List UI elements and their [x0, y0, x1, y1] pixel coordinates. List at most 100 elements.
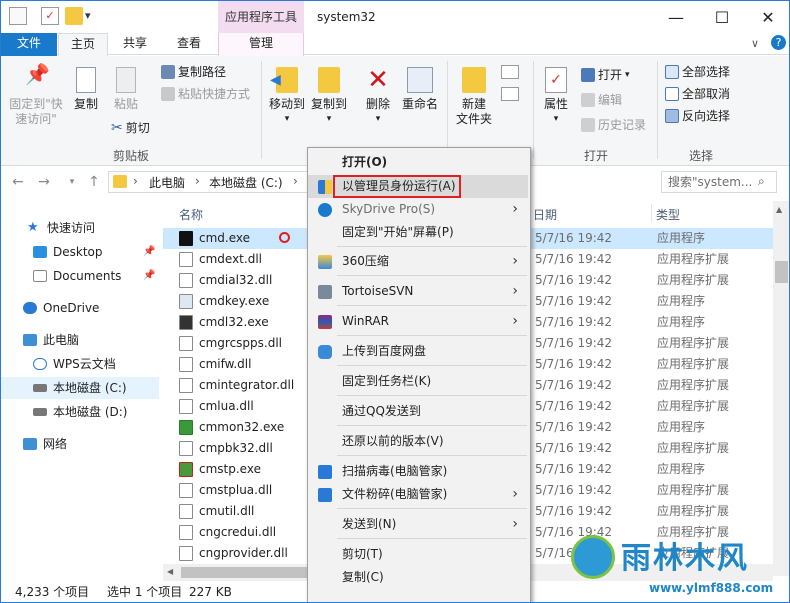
select-all-button[interactable]: 全部选择 — [665, 62, 730, 82]
nav-item-documents[interactable]: Documents 📌 — [1, 265, 159, 287]
select-none-button[interactable]: 全部取消 — [665, 84, 730, 104]
vertical-scrollbar[interactable]: ▲ — [773, 201, 789, 576]
nav-item-onedrive[interactable]: OneDrive — [1, 297, 159, 319]
help-icon[interactable]: ? — [771, 35, 786, 50]
invert-selection-button[interactable]: 反向选择 — [665, 106, 730, 126]
menu-item-tortoisesvn[interactable]: TortoiseSVN › — [308, 280, 528, 303]
scrollbar-thumb[interactable] — [181, 567, 309, 578]
paste-shortcut-button[interactable]: 粘贴快捷方式 — [161, 84, 250, 104]
copy-label: 复制 — [73, 97, 98, 111]
nav-item-wps-cloud[interactable]: WPS云文档 — [1, 353, 159, 375]
nav-item-drive-c[interactable]: 本地磁盘 (C:) — [1, 377, 159, 399]
dll-file-icon — [179, 378, 193, 393]
file-type: 应用程序 — [657, 462, 706, 476]
forward-arrow-icon[interactable]: → — [35, 173, 53, 191]
menu-item-qq-send[interactable]: 通过QQ发送到 — [308, 400, 528, 423]
nav-item-desktop[interactable]: Desktop 📌 — [1, 241, 159, 263]
paste-shortcut-icon — [161, 87, 175, 101]
menu-item-pin-taskbar[interactable]: 固定到任务栏(K) — [308, 370, 528, 393]
select-all-label: 全部选择 — [682, 65, 731, 79]
column-header-name[interactable]: 名称 — [179, 206, 203, 223]
properties-check-icon[interactable]: ✓ — [41, 7, 59, 25]
tab-share[interactable]: 共享 — [113, 33, 157, 56]
menu-separator — [337, 365, 527, 366]
close-button[interactable]: ✕ — [745, 1, 789, 33]
file-name: cmstp.exe — [199, 462, 261, 476]
move-to-button[interactable]: ◀ 移动到 ▾ — [267, 67, 307, 127]
menu-separator — [337, 275, 527, 276]
column-header-type[interactable]: 类型 — [656, 206, 680, 223]
delete-button[interactable]: ✕ 删除 ▾ — [361, 67, 395, 127]
open-label: 打开 — [598, 68, 623, 82]
nav-item-drive-d[interactable]: 本地磁盘 (D:) — [1, 401, 159, 423]
menu-item-open[interactable]: 打开(O) — [308, 151, 528, 174]
copy-path-icon — [161, 65, 175, 79]
column-header-date[interactable]: 日期 — [533, 206, 557, 223]
paste-button[interactable]: 粘贴 — [109, 67, 143, 112]
new-item-icon[interactable] — [501, 65, 519, 79]
copy-to-icon — [318, 67, 340, 93]
menu-item-360zip[interactable]: 360压缩 › — [308, 250, 528, 273]
cut-button[interactable]: ✂ 剪切 — [111, 118, 150, 138]
menu-item-copy[interactable]: 复制(C) — [308, 566, 528, 589]
file-name: cmlua.dll — [199, 399, 254, 413]
menu-item-send-to[interactable]: 发送到(N) › — [308, 513, 528, 536]
up-arrow-icon[interactable]: ↑ — [85, 173, 103, 191]
nav-item-network[interactable]: 网络 — [1, 433, 159, 455]
easy-access-icon[interactable] — [501, 87, 519, 101]
properties-button[interactable]: ✓ 属性 ▾ — [539, 67, 573, 127]
quick-access-dropdown-icon[interactable]: ▾ — [85, 9, 91, 22]
breadcrumb-this-pc[interactable]: 此电脑 — [149, 174, 185, 191]
rename-button[interactable]: 重命名 — [399, 67, 441, 112]
menu-item-scan-virus[interactable]: 扫描病毒(电脑管家) — [308, 460, 528, 483]
minimize-button[interactable]: — — [653, 1, 699, 33]
folder-icon — [113, 175, 127, 188]
move-to-label: 移动到 — [268, 97, 305, 111]
menu-item-shred[interactable]: 文件粉碎(电脑管家) › — [308, 483, 528, 506]
menu-item-restore[interactable]: 还原以前的版本(V) — [308, 430, 528, 453]
select-none-label: 全部取消 — [682, 87, 731, 101]
menu-item-pin-start[interactable]: 固定到"开始"屏幕(P) — [308, 221, 528, 244]
file-date: 5/7/16 19:42 — [535, 231, 613, 245]
new-folder-button[interactable]: 新建 文件夹 — [451, 67, 497, 127]
edit-button[interactable]: 编辑 — [581, 90, 622, 110]
new-folder-label: 新建 文件夹 — [455, 97, 492, 126]
scroll-left-icon[interactable]: ◀ — [167, 567, 173, 576]
cut-label: 剪切 — [125, 121, 150, 135]
breadcrumb-drive-c[interactable]: 本地磁盘 (C:) — [209, 174, 283, 191]
tab-file[interactable]: 文件 — [1, 33, 57, 56]
tab-home[interactable]: 主页 — [58, 33, 108, 56]
recent-locations-icon[interactable]: ▾ — [63, 173, 81, 191]
open-button[interactable]: 打开 ▾ — [581, 65, 630, 85]
maximize-button[interactable]: ☐ — [699, 1, 745, 33]
tab-view[interactable]: 查看 — [165, 33, 213, 56]
collapse-ribbon-icon[interactable]: ∨ — [751, 37, 759, 50]
pin-quick-access-button[interactable]: 📌 固定到"快 速访问" — [5, 64, 67, 127]
menu-item-skydrive[interactable]: SkyDrive Pro(S) › — [308, 198, 528, 221]
back-arrow-icon[interactable]: ← — [9, 173, 27, 191]
scroll-up-icon[interactable]: ▲ — [776, 205, 782, 214]
nav-label: Documents — [53, 269, 122, 283]
ribbon-separator — [261, 61, 262, 159]
system-menu-icon[interactable] — [9, 7, 27, 25]
copy-path-button[interactable]: 复制路径 — [161, 62, 226, 82]
copy-button[interactable]: 复制 — [69, 67, 103, 112]
file-date: 5/7/16 19:42 — [535, 336, 613, 350]
menu-item-winrar[interactable]: WinRAR › — [308, 310, 528, 333]
history-button[interactable]: 历史记录 — [581, 115, 646, 135]
select-all-icon — [665, 65, 679, 79]
tab-manage[interactable]: 管理 — [218, 33, 304, 56]
scrollbar-thumb[interactable] — [775, 261, 788, 283]
new-folder-icon[interactable] — [65, 7, 83, 25]
edit-icon — [581, 93, 595, 107]
selection-count: 选中 1 个项目 — [107, 585, 183, 599]
menu-item-baidu[interactable]: 上传到百度网盘 — [308, 340, 528, 363]
nav-item-quick-access[interactable]: ★ 快速访问 — [1, 217, 159, 239]
nav-item-this-pc[interactable]: 此电脑 — [1, 329, 159, 351]
dll-file-icon — [179, 399, 193, 414]
menu-item-cut[interactable]: 剪切(T) — [308, 543, 528, 566]
file-name: cmgrcspps.dll — [199, 336, 283, 350]
copy-to-button[interactable]: 复制到 ▾ — [309, 67, 349, 127]
highlight-box — [333, 175, 461, 198]
file-date: 5/7/16 19:42 — [535, 315, 613, 329]
